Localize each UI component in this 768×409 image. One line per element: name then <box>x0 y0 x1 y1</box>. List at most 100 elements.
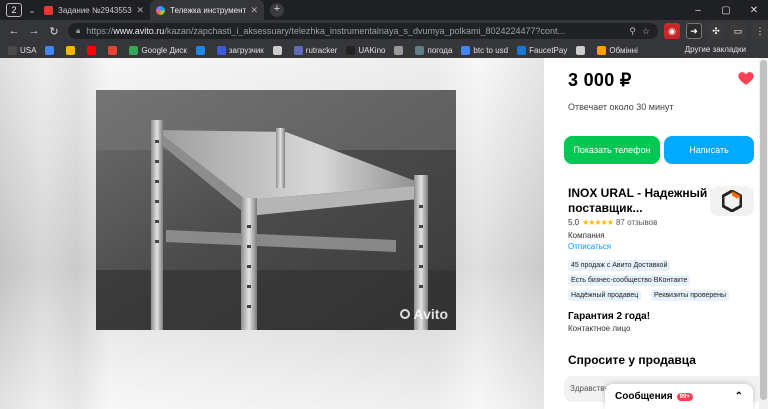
bookmark-label: USA <box>20 45 37 55</box>
bookmark-favicon-icon <box>394 45 404 55</box>
bookmark-item[interactable]: Google Диск <box>129 45 187 55</box>
bookmark-item[interactable]: загрузчик <box>216 45 264 55</box>
bookmark-item[interactable] <box>87 45 99 55</box>
page-content: Avito 3 000 ₽ Отвечает около 30 минут По… <box>0 58 768 409</box>
seller-logo[interactable] <box>710 186 754 216</box>
favorite-heart-icon[interactable] <box>737 69 755 87</box>
close-icon[interactable]: ✕ <box>250 5 258 16</box>
rating-value: 5.0 <box>568 218 580 227</box>
bookmark-item[interactable] <box>108 45 120 55</box>
extension-adblock-icon[interactable]: ◉ <box>664 23 680 39</box>
bookmark-label: Обмінні <box>609 45 638 55</box>
show-phone-button[interactable]: Показать телефон <box>564 136 660 164</box>
other-bookmarks[interactable]: Другие закладки <box>685 45 746 54</box>
bookmark-item[interactable]: Обмінні <box>597 45 638 55</box>
close-window-icon[interactable]: ✕ <box>740 0 768 20</box>
cart-illustration <box>96 90 456 330</box>
extension-arrow-icon[interactable]: ➜ <box>686 23 702 39</box>
bookmark-label: UAKino <box>358 45 386 55</box>
bookmark-favicon-icon <box>87 45 97 55</box>
bookmark-favicon-icon <box>66 45 76 55</box>
bookmark-favicon-icon <box>108 45 118 55</box>
bookmark-favicon-icon <box>597 45 607 55</box>
unsubscribe-link[interactable]: Отписаться <box>568 242 611 251</box>
bookmark-label: btc to usd <box>473 45 509 55</box>
contact-person: Контактное лицо <box>568 324 631 333</box>
bookmark-item[interactable]: USA <box>8 45 37 55</box>
bookmark-item[interactable] <box>394 45 406 55</box>
write-button[interactable]: Написать <box>664 136 754 164</box>
maximize-icon[interactable]: ▢ <box>712 0 740 20</box>
bookmark-label: Google Диск <box>141 45 187 55</box>
bookmark-item[interactable]: FaucetPay <box>517 45 568 55</box>
seller-rating[interactable]: 5.0 ★★★★★ 87 отзывов <box>568 218 657 227</box>
page-scrollbar[interactable] <box>759 58 768 409</box>
reviews-count: 87 отзывов <box>615 218 658 227</box>
reply-time: Отвечает около 30 минут <box>568 102 674 112</box>
lock-icon: 🔒︎ <box>76 26 81 35</box>
bookmark-favicon-icon <box>576 45 586 55</box>
freelance-favicon-icon <box>44 5 53 15</box>
tab-task[interactable]: Задание №2943553 - прос ✕ <box>38 0 150 20</box>
reload-icon[interactable]: ↻ <box>44 21 64 41</box>
messages-count-badge: 99+ <box>676 392 693 401</box>
ask-seller-title: Спросите у продавца <box>568 353 696 367</box>
bookmark-label: загрузчик <box>228 45 264 55</box>
bookmark-favicon-icon <box>415 45 425 55</box>
chevron-down-icon[interactable]: ⌄ <box>26 5 38 16</box>
bookmark-item[interactable] <box>195 45 208 55</box>
new-tab-plus-icon[interactable]: + <box>270 3 284 17</box>
bookmark-favicon-icon <box>272 45 282 55</box>
bookmark-item[interactable]: погода <box>415 45 452 55</box>
avito-logo-icon <box>399 309 410 319</box>
close-icon[interactable]: ✕ <box>136 5 144 16</box>
url-text: https://www.avito.ru/kazan/zapchasti_i_a… <box>86 26 566 36</box>
bookmark-item[interactable] <box>576 45 588 55</box>
forward-arrow-icon[interactable]: → <box>24 21 44 41</box>
tab-title: Задание №2943553 - прос <box>58 5 132 15</box>
bookmark-item[interactable] <box>66 45 78 55</box>
avito-favicon-icon <box>156 5 165 15</box>
badge-vk-community[interactable]: Есть бизнес-сообщество ВКонтакте <box>568 275 691 286</box>
bookmark-item[interactable] <box>45 45 57 55</box>
bookmark-favicon-icon <box>517 45 527 55</box>
badge-verified-details[interactable]: Реквизиты проверены <box>651 290 730 301</box>
listing-sidebar: 3 000 ₽ Отвечает около 30 минут Показать… <box>544 58 768 409</box>
badge-reliable-seller[interactable]: Надёжный продавец <box>568 290 642 301</box>
messages-widget[interactable]: Сообщения 99+ ⌃ <box>605 384 753 409</box>
tab-avito[interactable]: Тележка инструментальная ✕ <box>150 0 264 20</box>
product-photo[interactable]: Avito <box>96 90 456 330</box>
bookmark-star-icon[interactable]: ☆ <box>642 26 650 37</box>
bookmark-item[interactable] <box>272 45 285 55</box>
bookmark-item[interactable]: rutracker <box>293 45 337 55</box>
bookmark-favicon-icon <box>45 45 55 55</box>
scrollbar-thumb[interactable] <box>760 60 767 400</box>
bookmark-favicon-icon <box>216 45 226 55</box>
minimize-icon[interactable]: – <box>684 0 712 20</box>
translate-icon[interactable]: ⚲ <box>629 26 636 37</box>
tab-counter[interactable]: 2 <box>6 3 22 17</box>
address-bar[interactable]: 🔒︎ https://www.avito.ru/kazan/zapchasti_… <box>68 23 658 39</box>
price: 3 000 ₽ <box>568 70 632 90</box>
bookmarks-bar: USA Google Диск загрузчик rutracker UAKino по… <box>0 42 768 58</box>
seller-type: Компания <box>568 231 605 240</box>
tab-title: Тележка инструментальная <box>170 5 247 15</box>
bookmark-favicon-icon <box>461 45 471 55</box>
bookmark-item[interactable]: btc to usd <box>461 45 509 55</box>
profile-panel-icon[interactable]: ▭ <box>730 23 746 39</box>
bookmark-item[interactable]: UAKino <box>346 45 386 55</box>
bookmark-label: FaucetPay <box>529 45 568 55</box>
back-arrow-icon[interactable]: ← <box>4 21 24 41</box>
bookmark-favicon-icon <box>8 45 17 55</box>
avito-watermark: Avito <box>399 306 448 322</box>
extensions-puzzle-icon[interactable]: ✣ <box>708 23 724 39</box>
messages-label: Сообщения <box>615 391 673 402</box>
rating-stars-icon: ★★★★★ <box>582 218 614 227</box>
seller-name[interactable]: INOX URAL - Надежный поставщик... <box>568 186 708 216</box>
badge-delivery[interactable]: 45 продаж с Авито Доставкой <box>568 260 671 271</box>
menu-kebab-icon[interactable]: ⋮ <box>752 23 768 39</box>
chevron-up-icon[interactable]: ⌃ <box>735 391 743 402</box>
bookmark-favicon-icon <box>346 45 356 55</box>
browser-toolbar: ← → ↻ 🔒︎ https://www.avito.ru/kazan/zapc… <box>0 20 768 42</box>
watermark-text: Avito <box>413 306 448 322</box>
